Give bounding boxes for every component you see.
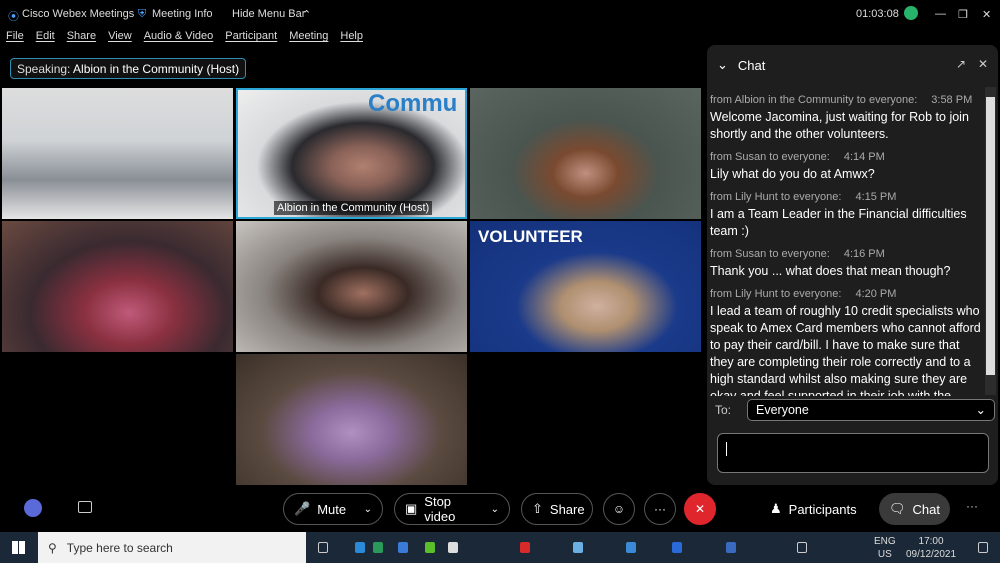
recipient-row: To: Everyone ⌄	[715, 399, 996, 421]
app-icon[interactable]	[373, 542, 383, 553]
volume-icon[interactable]	[821, 542, 831, 553]
app-title: Cisco Webex Meetings	[22, 8, 135, 20]
captions-icon[interactable]	[78, 501, 92, 513]
meeting-timer: 01:03:08	[856, 8, 899, 20]
video-tile-participant-5[interactable]	[236, 221, 467, 352]
to-label: To:	[715, 403, 732, 417]
chat-bubble-icon: 🗨	[889, 501, 906, 516]
video-tile-volunteer[interactable]: VOLUNTEER	[470, 221, 701, 352]
host-name-label: Albion in the Community (Host)	[274, 201, 433, 215]
chevron-down-icon[interactable]: ⌄	[364, 504, 372, 515]
microphone-icon: 🎤	[294, 501, 311, 516]
menu-participant[interactable]: Participant	[225, 30, 277, 42]
bluetooth-icon[interactable]	[672, 542, 682, 553]
app-icon[interactable]	[626, 542, 636, 553]
speaker-name: Albion in the Community (Host)	[73, 62, 240, 76]
chat-scrollbar[interactable]	[985, 87, 996, 395]
video-tile-classroom[interactable]	[2, 88, 233, 219]
signal-icon[interactable]	[904, 6, 918, 20]
video-tile-participant-4[interactable]	[2, 221, 233, 352]
webex-logo-icon: ⦿	[8, 11, 19, 23]
close-icon[interactable]: ✕	[982, 8, 991, 21]
chat-button[interactable]: 🗨 Chat	[879, 493, 950, 525]
chat-message: from Albion in the Community to everyone…	[710, 94, 973, 141]
scroll-thumb[interactable]	[986, 97, 995, 375]
menu-edit[interactable]: Edit	[36, 30, 55, 42]
chevron-down-icon: ⌄	[975, 403, 987, 417]
shield-icon: ⛨	[138, 8, 147, 20]
onedrive-icon[interactable]	[573, 542, 583, 553]
taskbar-search[interactable]: ⚲ Type here to search	[38, 532, 306, 563]
share-icon: ⇧	[532, 501, 543, 516]
chat-message: from Lily Hunt to everyone: 4:15 PM I am a…	[710, 191, 967, 238]
title-bar: ⦿ Cisco Webex Meetings ⛨ Meeting Info Hi…	[0, 0, 1000, 28]
chat-message: from Susan to everyone: 4:16 PM Thank you …	[710, 248, 951, 278]
close-chat-icon[interactable]: ✕	[978, 57, 988, 71]
windows-start-icon[interactable]	[12, 541, 25, 554]
chat-title: Chat	[737, 57, 766, 73]
edge-icon[interactable]	[355, 542, 365, 553]
app-icon[interactable]	[726, 542, 736, 553]
assistant-icon[interactable]	[24, 499, 42, 517]
menu-share[interactable]: Share	[67, 30, 96, 42]
meeting-controls: 🎤 Mute ⌄ ▣ Stop video ⌄ ⇧ Share ☺ ··· ✕ ♟ Part…	[0, 487, 1000, 531]
video-tile-host[interactable]: Commu Albion in the Community (Host)	[236, 88, 467, 219]
meeting-info-button[interactable]: Meeting Info	[152, 8, 213, 20]
file-explorer-icon[interactable]	[448, 542, 458, 553]
menu-meeting[interactable]: Meeting	[289, 30, 328, 42]
menu-audio-video[interactable]: Audio & Video	[144, 30, 214, 42]
minimize-icon[interactable]: —	[935, 8, 946, 20]
camera-icon: ▣	[405, 501, 418, 516]
windows-taskbar: ⚲ Type here to search ENG US 17:00 09/12/20…	[0, 532, 1000, 563]
app-icon[interactable]	[425, 542, 435, 553]
language-indicator[interactable]: ENG US	[874, 535, 896, 561]
defender-icon[interactable]	[398, 542, 408, 553]
menu-view[interactable]: View	[108, 30, 132, 42]
leave-meeting-button[interactable]: ✕	[684, 493, 716, 525]
video-tile-participant-3[interactable]	[470, 88, 701, 219]
chat-message: from Lily Hunt to everyone: 4:20 PM I lead…	[710, 288, 981, 396]
chat-panel: ⌄ Chat ↗ ✕ from Albion in the Community …	[707, 45, 998, 485]
stop-video-button[interactable]: ▣ Stop video ⌄	[394, 493, 510, 525]
restore-icon[interactable]: ❐	[958, 8, 968, 21]
task-view-icon[interactable]	[318, 542, 328, 553]
person-icon: ♟	[770, 501, 782, 516]
participants-button[interactable]: ♟ Participants	[760, 493, 867, 525]
menu-bar: File Edit Share View Audio & Video Parti…	[6, 30, 363, 42]
share-button[interactable]: ⇧ Share	[521, 493, 593, 525]
video-tile-participant-7[interactable]	[236, 354, 467, 485]
chevron-up-icon[interactable]: ⌃	[302, 8, 311, 21]
chat-input[interactable]	[717, 433, 989, 473]
menu-help[interactable]: Help	[340, 30, 363, 42]
host-banner-text: Commu	[368, 90, 458, 117]
search-icon: ⚲	[48, 540, 57, 555]
reactions-button[interactable]: ☺	[603, 493, 635, 525]
clock[interactable]: 17:00 09/12/2021	[906, 535, 956, 561]
x-icon: ✕	[694, 502, 706, 516]
chat-header: ⌄ Chat	[717, 57, 765, 73]
news-icon[interactable]	[520, 542, 530, 553]
chevron-down-icon[interactable]: ⌄	[717, 57, 728, 73]
recipient-select[interactable]: Everyone ⌄	[747, 399, 996, 421]
menu-file[interactable]: File	[6, 30, 24, 42]
more-options-button[interactable]: ···	[644, 493, 676, 525]
hide-menu-bar-button[interactable]: Hide Menu Bar	[232, 8, 305, 20]
chevron-down-icon[interactable]: ⌄	[491, 504, 499, 515]
chat-message: from Susan to everyone: 4:14 PM Lily what …	[710, 151, 885, 181]
notifications-icon[interactable]	[978, 542, 988, 553]
volunteer-banner-text: VOLUNTEER	[478, 227, 583, 246]
network-icon[interactable]	[797, 542, 807, 553]
pop-out-icon[interactable]: ↗	[956, 57, 966, 71]
mute-button[interactable]: 🎤 Mute ⌄	[283, 493, 383, 525]
smiley-icon: ☺	[612, 502, 626, 516]
speaking-indicator: Speaking: Albion in the Community (Host)	[10, 58, 247, 79]
more-icon[interactable]: ···	[966, 499, 978, 513]
speaking-label: Speaking:	[17, 62, 71, 76]
chat-messages: from Albion in the Community to everyone…	[710, 86, 982, 396]
